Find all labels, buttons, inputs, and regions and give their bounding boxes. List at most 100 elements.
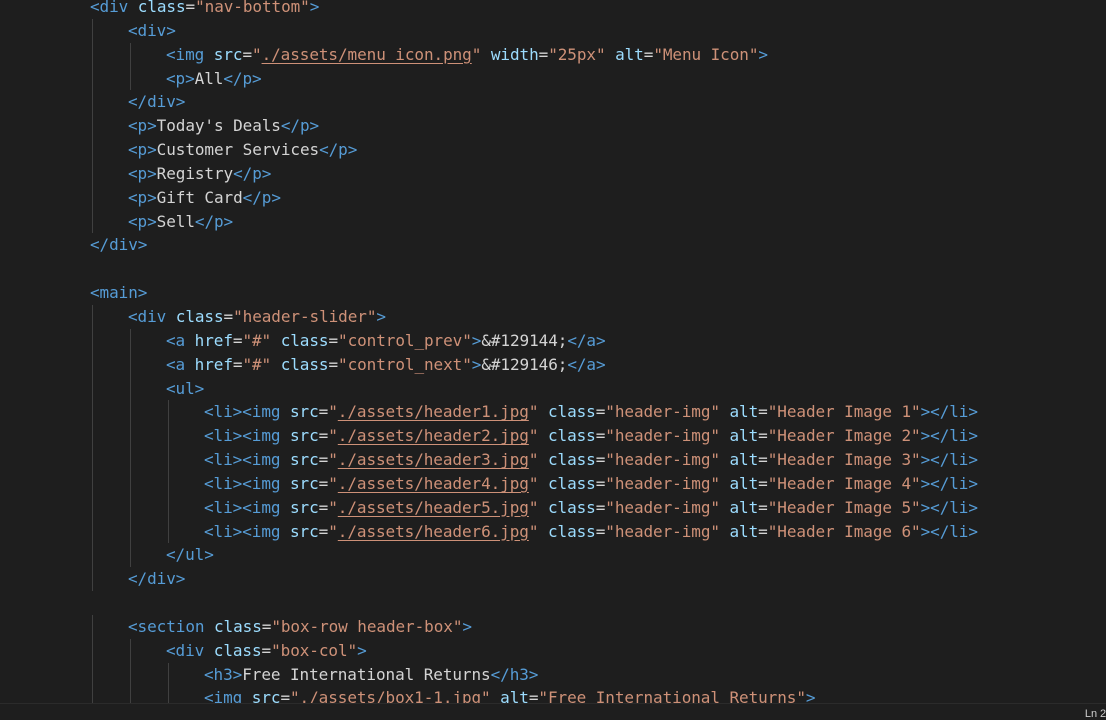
code-text[interactable]: <p>Gift Card</p> [128, 186, 281, 210]
code-text[interactable]: <div class="nav-bottom"> [90, 0, 319, 19]
code-text[interactable]: <li><img src="./assets/header6.jpg" clas… [204, 520, 978, 544]
indent-guide [92, 66, 93, 91]
code-tag-token: > [471, 354, 482, 374]
code-text-token: = [318, 497, 329, 517]
code-line[interactable]: </div> [0, 90, 1106, 115]
code-line[interactable]: <img src="./assets/menu_icon.png" width=… [0, 42, 1106, 67]
code-line[interactable]: <div> [0, 18, 1106, 43]
code-text[interactable]: <main> [90, 281, 147, 305]
code-line[interactable]: <p>Registry</p> [0, 161, 1106, 186]
indent-guide [130, 424, 131, 449]
code-string-token: " [528, 521, 539, 541]
code-string-token: "Header Image 3" [767, 450, 921, 470]
code-path-link[interactable]: ./assets/menu_icon.png [262, 45, 472, 64]
cursor-position[interactable]: Ln 2 [1085, 708, 1106, 720]
code-line[interactable]: <p>Today's Deals</p> [0, 114, 1106, 139]
code-tag-token: ></li> [920, 450, 978, 470]
code-tag-token: </div> [90, 235, 148, 255]
code-text[interactable]: <li><img src="./assets/header1.jpg" clas… [204, 400, 978, 424]
code-line[interactable]: <li><img src="./assets/header3.jpg" clas… [0, 448, 1106, 472]
code-string-token: " [471, 44, 482, 64]
code-text[interactable]: <p>Today's Deals</p> [128, 114, 319, 138]
code-text[interactable]: <section class="box-row header-box"> [128, 615, 472, 639]
code-string-token: "#" [242, 330, 272, 350]
code-text[interactable]: <div> [128, 19, 176, 43]
code-text[interactable]: <li><img src="./assets/header2.jpg" clas… [204, 424, 978, 448]
code-text[interactable]: <p>All</p> [166, 67, 262, 91]
code-lines[interactable]: <div class="nav-bottom"> <div> <img src=".… [0, 0, 1106, 711]
code-path-link[interactable]: ./assets/header4.jpg [338, 474, 529, 493]
code-line[interactable]: </ul> [0, 543, 1106, 568]
code-tag-token: <div [128, 306, 176, 326]
code-line[interactable]: <li><img src="./assets/header2.jpg" clas… [0, 424, 1106, 449]
code-text[interactable]: </ul> [166, 543, 214, 567]
code-line[interactable]: <li><img src="./assets/header4.jpg" clas… [0, 471, 1106, 496]
code-text[interactable]: <p>Registry</p> [128, 162, 271, 186]
code-editor[interactable]: <div class="nav-bottom"> <div> <img src=".… [0, 0, 1106, 720]
indent-guide [168, 471, 169, 496]
code-tag-token: <ul> [166, 378, 205, 398]
code-text[interactable]: <p>Sell</p> [128, 210, 233, 234]
code-line[interactable]: </div> [0, 233, 1106, 257]
code-line[interactable] [0, 257, 1106, 281]
code-line[interactable]: <li><img src="./assets/header1.jpg" clas… [0, 400, 1106, 425]
code-text[interactable]: <div class="box-col"> [166, 639, 367, 663]
code-text-token: Customer Services [156, 140, 320, 160]
indent-guide [92, 614, 93, 639]
code-tag-token: <p> [128, 140, 157, 160]
code-line[interactable]: <main> [0, 281, 1106, 305]
indent-guide [92, 495, 93, 520]
code-text[interactable]: <li><img src="./assets/header5.jpg" clas… [204, 496, 978, 520]
code-text[interactable]: </div> [90, 233, 147, 257]
code-text[interactable]: </div> [128, 90, 185, 114]
code-line[interactable]: <li><img src="./assets/header6.jpg" clas… [0, 519, 1106, 544]
code-string-token: "header-img" [605, 402, 720, 422]
code-line[interactable]: <a href="#" class="control_prev">&#12914… [0, 328, 1106, 353]
code-tag-token: </p> [233, 163, 272, 183]
code-line[interactable]: <p>Gift Card</p> [0, 185, 1106, 210]
code-line[interactable]: <section class="box-row header-box"> [0, 614, 1106, 639]
code-text[interactable]: </div> [128, 567, 185, 591]
code-text[interactable]: <img src="./assets/menu_icon.png" width=… [166, 43, 768, 67]
code-line[interactable]: <div class="box-col"> [0, 638, 1106, 663]
code-path-link[interactable]: ./assets/header6.jpg [338, 522, 529, 541]
code-tag-token: <h3> [204, 664, 243, 684]
code-line[interactable]: </div> [0, 567, 1106, 592]
code-tag-token: </p> [223, 68, 262, 88]
indent-guide [130, 495, 131, 520]
code-tag-token: <main> [90, 283, 148, 303]
code-line[interactable] [0, 591, 1106, 615]
code-path-link[interactable]: ./assets/header2.jpg [338, 426, 529, 445]
code-path-link[interactable]: ./assets/header3.jpg [338, 450, 529, 469]
code-text[interactable]: <p>Customer Services</p> [128, 138, 357, 162]
code-line[interactable]: <div class="header-slider"> [0, 304, 1106, 329]
code-text[interactable]: <li><img src="./assets/header3.jpg" clas… [204, 448, 978, 472]
code-text[interactable]: <a href="#" class="control_next">&#12914… [166, 353, 606, 377]
code-line[interactable]: <p>All</p> [0, 66, 1106, 91]
code-path-link[interactable]: ./assets/header1.jpg [338, 402, 529, 421]
code-string-token: "control_next" [338, 354, 472, 374]
code-line[interactable]: <p>Sell</p> [0, 209, 1106, 234]
indent-guide [168, 495, 169, 520]
code-line[interactable]: <a href="#" class="control_next">&#12914… [0, 352, 1106, 377]
code-text[interactable]: <a href="#" class="control_prev">&#12914… [166, 329, 606, 353]
indent-guide [92, 376, 93, 401]
code-line[interactable]: <div class="nav-bottom"> [0, 0, 1106, 19]
code-text[interactable]: <li><img src="./assets/header4.jpg" clas… [204, 472, 978, 496]
code-text[interactable]: <h3>Free International Returns</h3> [204, 663, 538, 687]
code-tag-token: > [357, 640, 367, 660]
code-text[interactable]: <div class="header-slider"> [128, 305, 386, 329]
indent-guide [92, 400, 93, 425]
code-line[interactable]: <li><img src="./assets/header5.jpg" clas… [0, 495, 1106, 520]
code-line[interactable]: <p>Customer Services</p> [0, 138, 1106, 162]
code-line[interactable]: <ul> [0, 376, 1106, 401]
code-path-link[interactable]: ./assets/header5.jpg [338, 498, 529, 517]
code-text[interactable]: <ul> [166, 377, 204, 401]
code-attr-token: class [547, 450, 596, 470]
code-line[interactable]: <h3>Free International Returns</h3> [0, 662, 1106, 687]
